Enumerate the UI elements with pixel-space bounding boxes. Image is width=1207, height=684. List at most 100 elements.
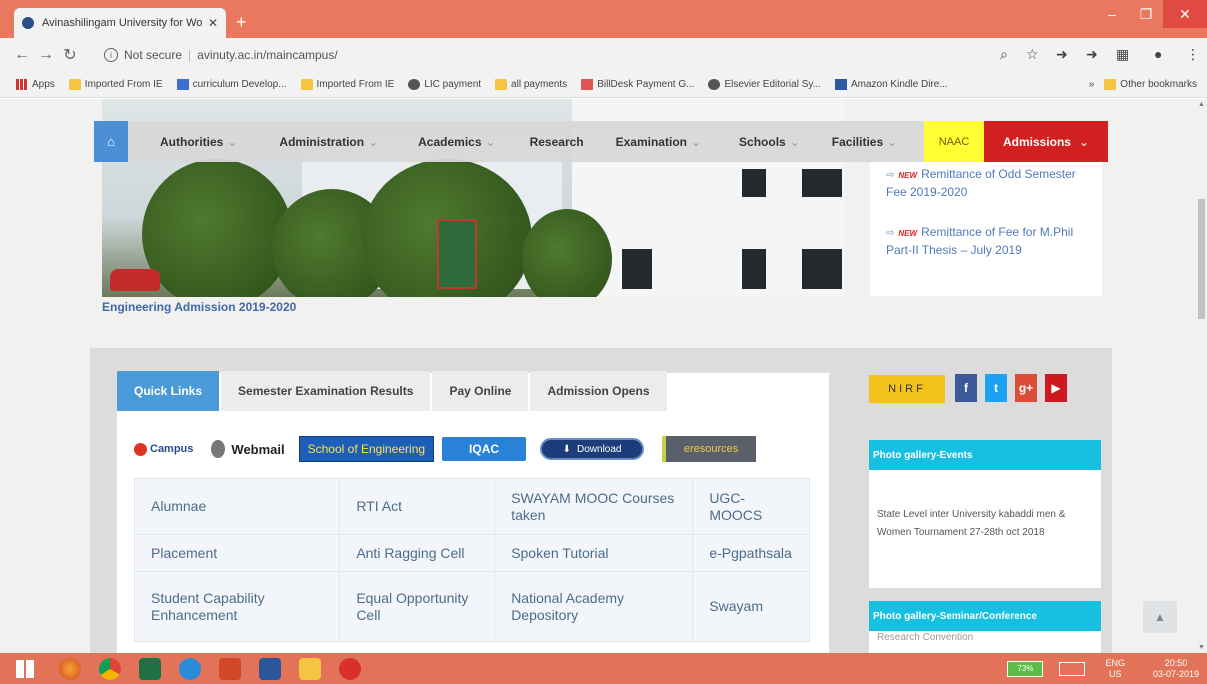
info-icon[interactable]: i xyxy=(104,48,118,62)
tab-bar: Quick Links Semester Examination Results… xyxy=(117,371,669,411)
maximize-icon[interactable]: ❐ xyxy=(1129,0,1163,28)
bookmark-imported-ie-1[interactable]: Imported From IE xyxy=(68,79,163,90)
arrow-icon: ⇨ xyxy=(886,170,895,181)
school-of-engineering-link[interactable]: School of Engineering xyxy=(298,436,435,462)
excel-taskbar-button[interactable] xyxy=(130,653,170,684)
battery-icon[interactable]: 73% xyxy=(1007,660,1044,677)
scroll-to-top-button[interactable]: ▲ xyxy=(1143,601,1177,633)
link-rti-act[interactable]: RTI Act xyxy=(339,478,496,535)
explorer-taskbar-button[interactable] xyxy=(290,653,330,684)
bookmark-lic-payment[interactable]: LIC payment xyxy=(408,79,481,90)
extension-arrow-icon[interactable]: ➜ xyxy=(1056,46,1068,63)
twitter-icon[interactable]: t xyxy=(985,374,1007,402)
url-text: avinuty.ac.in/maincampus/ xyxy=(197,48,338,62)
eresources-link[interactable]: eresources xyxy=(662,436,757,462)
scrollbar-thumb[interactable] xyxy=(1198,199,1205,319)
extension-arrow-icon-2[interactable]: ➜ xyxy=(1086,46,1098,63)
youtube-icon[interactable]: ▶ xyxy=(1045,374,1067,402)
nav-admissions[interactable]: Admissions ⌄ xyxy=(984,121,1108,162)
bookmark-amazon-kindle[interactable]: Amazon Kindle Dire... xyxy=(834,79,948,90)
nav-schools[interactable]: Schools ⌄ xyxy=(729,135,810,149)
scroll-up-icon[interactable]: ▲ xyxy=(1198,101,1205,108)
url-field[interactable]: i Not secure | avinuty.ac.in/maincampus/ xyxy=(104,43,1044,67)
nav-academics[interactable]: Academics ⌄ xyxy=(408,135,505,149)
link-equal-opportunity[interactable]: Equal Opportunity Cell xyxy=(339,571,496,642)
tab-admission-opens[interactable]: Admission Opens xyxy=(530,371,667,411)
link-spoken-tutorial[interactable]: Spoken Tutorial xyxy=(494,534,694,572)
extension-icon[interactable]: ▦ xyxy=(1116,46,1129,63)
bookmark-curriculum[interactable]: curriculum Develop... xyxy=(176,79,287,90)
amazon-icon xyxy=(834,79,847,90)
gallery-events-title[interactable]: Photo gallery-Events xyxy=(869,440,1101,470)
nav-naac[interactable]: NAAC xyxy=(924,121,984,162)
ie-taskbar-button[interactable] xyxy=(170,653,210,684)
gallery-seminar: Photo gallery-Seminar/Conference Researc… xyxy=(869,601,1101,653)
link-swayam-mooc[interactable]: SWAYAM MOOC Courses taken xyxy=(494,478,694,535)
chrome-taskbar-button[interactable] xyxy=(90,653,130,684)
bookmark-apps[interactable]: Apps xyxy=(16,79,55,90)
bookmarks-overflow-icon[interactable]: » xyxy=(1089,79,1095,90)
tab-pay-online[interactable]: Pay Online xyxy=(432,371,529,411)
ecampus-link[interactable]: Campus xyxy=(134,442,193,456)
link-ugc-moocs[interactable]: UGC-MOOCS xyxy=(692,478,810,535)
star-icon[interactable]: ☆ xyxy=(1026,46,1039,63)
bookmark-all-payments[interactable]: all payments xyxy=(495,79,567,90)
facebook-icon[interactable]: f xyxy=(955,374,977,402)
page-scrollbar[interactable]: ▲ ▼ xyxy=(1196,99,1207,653)
other-bookmarks[interactable]: Other bookmarks xyxy=(1104,79,1197,90)
zoom-icon[interactable]: ⌕ xyxy=(1000,46,1008,63)
link-student-capability[interactable]: Student Capability Enhancement xyxy=(133,571,341,642)
window-close-icon[interactable]: ✕ xyxy=(1163,0,1207,28)
link-national-academy[interactable]: National Academy Depository xyxy=(494,571,694,642)
excel-icon xyxy=(139,657,161,680)
nav-research[interactable]: Research xyxy=(520,135,594,149)
tab-semester-results[interactable]: Semester Examination Results xyxy=(221,371,431,411)
minimize-icon[interactable]: – xyxy=(1095,0,1129,28)
tab-close-icon[interactable]: ✕ xyxy=(208,16,218,30)
new-tab-button[interactable]: + xyxy=(236,12,247,33)
bookmark-imported-ie-2[interactable]: Imported From IE xyxy=(300,79,394,90)
iqac-link[interactable]: IQAC xyxy=(442,437,527,461)
nirf-button[interactable]: NIRF xyxy=(869,375,945,403)
browser-tab[interactable]: Avinashilingam University for Wo ✕ xyxy=(14,8,226,38)
forward-icon[interactable]: → xyxy=(34,46,58,64)
nav-administration[interactable]: Administration ⌄ xyxy=(269,135,388,149)
gallery-seminar-title[interactable]: Photo gallery-Seminar/Conference xyxy=(869,601,1101,631)
gallery-events-text[interactable]: State Level inter University kabaddi men… xyxy=(869,506,1101,542)
profile-avatar-icon[interactable]: ● xyxy=(1154,46,1162,62)
language-indicator[interactable]: ENG US xyxy=(1105,658,1125,680)
firefox-taskbar-button[interactable] xyxy=(50,653,90,684)
notice-item[interactable]: ⇨ NEW Remittance of Odd Semester Fee 2019-… xyxy=(886,166,1086,201)
home-icon[interactable]: ⌂ xyxy=(94,121,128,162)
powerpoint-taskbar-button[interactable] xyxy=(210,653,250,684)
google-plus-icon[interactable]: g+ xyxy=(1015,374,1037,402)
download-icon: ⬇ xyxy=(562,443,571,455)
link-alumnae[interactable]: Alumnae xyxy=(133,478,341,535)
clock[interactable]: 20:50 03-07-2019 xyxy=(1153,658,1199,680)
link-e-pgpathsala[interactable]: e-Pgpathsala xyxy=(692,534,810,572)
keyboard-icon[interactable] xyxy=(1059,661,1086,676)
chevron-down-icon: ⌄ xyxy=(887,134,898,149)
back-icon[interactable]: ← xyxy=(10,46,34,64)
link-placement[interactable]: Placement xyxy=(133,534,341,572)
notice-item[interactable]: ⇨ NEW Remittance of Fee for M.Phil Part-II… xyxy=(886,224,1086,259)
menu-icon[interactable]: ⋮ xyxy=(1186,46,1200,63)
link-anti-ragging[interactable]: Anti Ragging Cell xyxy=(339,534,496,572)
download-link[interactable]: ⬇ Download xyxy=(540,438,645,460)
gallery-seminar-text[interactable]: Research Convention xyxy=(869,629,1101,647)
scroll-down-icon[interactable]: ▼ xyxy=(1198,644,1205,651)
reload-icon[interactable]: ↻ xyxy=(58,45,82,65)
nav-examination[interactable]: Examination ⌄ xyxy=(606,135,711,149)
hero-caption[interactable]: Engineering Admission 2019-2020 xyxy=(102,300,296,314)
nav-authorities[interactable]: Authorities ⌄ xyxy=(150,135,247,149)
chevron-down-icon: ⌄ xyxy=(368,134,379,149)
bookmark-billdesk[interactable]: BillDesk Payment G... xyxy=(581,79,694,90)
start-button[interactable] xyxy=(0,653,50,684)
link-swayam[interactable]: Swayam xyxy=(692,571,810,642)
nav-facilities[interactable]: Facilities ⌄ xyxy=(822,135,907,149)
mail-taskbar-button[interactable] xyxy=(330,653,370,684)
webmail-link[interactable]: Webmail xyxy=(211,440,285,458)
bookmark-elsevier[interactable]: Elsevier Editorial Sy... xyxy=(708,79,821,90)
tab-quick-links[interactable]: Quick Links xyxy=(117,371,220,411)
word-taskbar-button[interactable] xyxy=(250,653,290,684)
